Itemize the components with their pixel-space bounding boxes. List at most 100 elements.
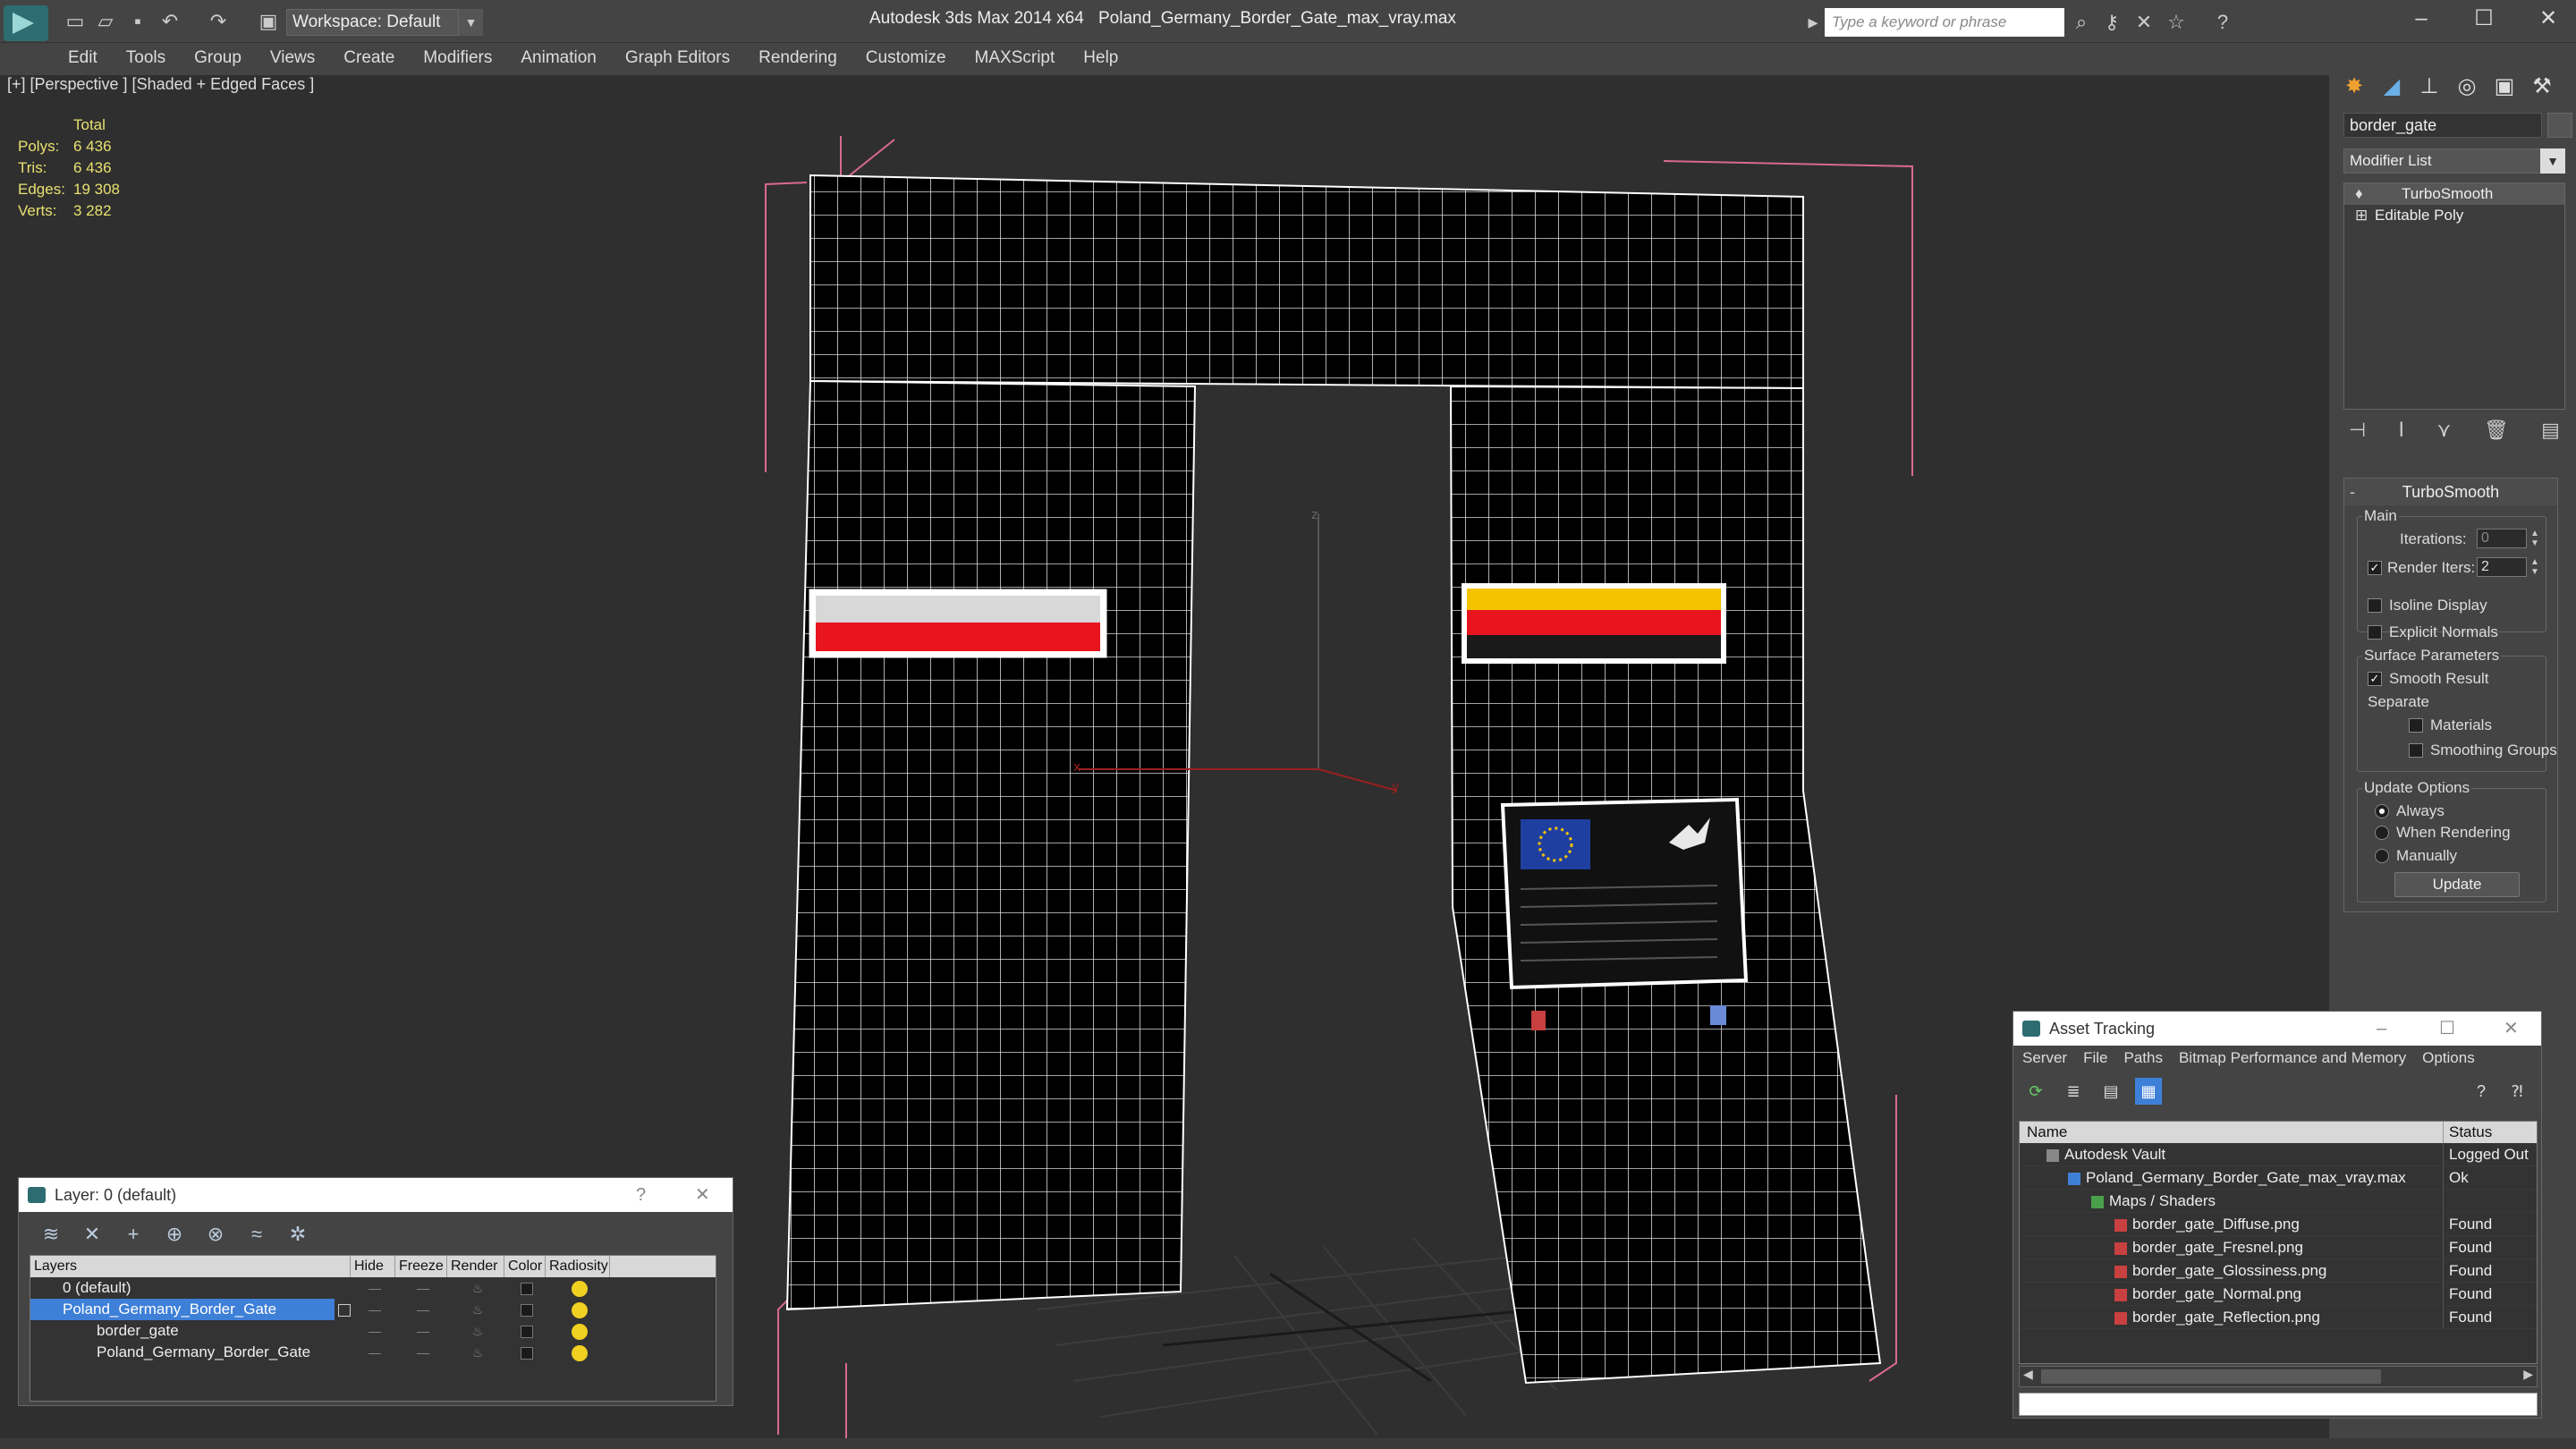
menu-edit[interactable]: Edit xyxy=(54,43,112,73)
grid-view-icon[interactable]: ▦ xyxy=(2135,1078,2162,1105)
menu-options[interactable]: Options xyxy=(2422,1049,2475,1067)
highlight-layer-icon[interactable]: ⊗ xyxy=(201,1221,230,1248)
undo-icon[interactable]: ↶ xyxy=(157,9,182,34)
app-logo-icon[interactable] xyxy=(4,5,48,41)
refresh-icon[interactable]: ⟳ xyxy=(2022,1078,2049,1105)
column-header[interactable]: Layers xyxy=(30,1256,351,1277)
explicit-normals-checkbox[interactable] xyxy=(2368,625,2382,640)
menu-create[interactable]: Create xyxy=(329,43,409,73)
menu-help[interactable]: Help xyxy=(1069,43,1132,73)
radiosity-bulb-icon[interactable] xyxy=(546,1320,610,1342)
update-button[interactable]: Update xyxy=(2394,872,2520,897)
layer-row[interactable]: Poland_Germany_Border_Gate — — ♨ xyxy=(30,1299,716,1320)
object-color-swatch[interactable] xyxy=(2547,113,2572,138)
hide-toggle[interactable]: — xyxy=(351,1342,395,1363)
create-tab-icon[interactable]: ✸ xyxy=(2336,72,2372,102)
freeze-toggle[interactable]: — xyxy=(395,1342,447,1363)
viewport-label[interactable]: [+] [Perspective ] [Shaded + Edged Faces… xyxy=(7,75,314,94)
chevron-down-icon[interactable]: ▼ xyxy=(2540,148,2565,174)
column-header[interactable]: Color xyxy=(504,1256,546,1277)
asset-row[interactable]: Poland_Germany_Border_Gate_max_vray.max … xyxy=(2020,1166,2537,1190)
menu-animation[interactable]: Animation xyxy=(506,43,611,73)
configure-sets-icon[interactable]: ▤ xyxy=(2541,417,2560,444)
spinner-arrows-icon[interactable]: ▲ ▼ xyxy=(2529,529,2541,548)
column-header[interactable]: Name xyxy=(2020,1122,2444,1143)
key-icon[interactable]: ⚷ xyxy=(2098,9,2125,36)
render-teapot-icon[interactable]: ♨ xyxy=(447,1342,504,1363)
menu-maxscript[interactable]: MAXScript xyxy=(961,43,1070,73)
select-in-layer-icon[interactable]: ⊕ xyxy=(160,1221,189,1248)
layer-name[interactable]: Poland_Germany_Border_Gate xyxy=(30,1299,335,1320)
hide-toggle[interactable]: — xyxy=(351,1277,395,1299)
smooth-result-checkbox[interactable]: ✓ xyxy=(2368,672,2382,686)
maximize-icon[interactable]: ☐ xyxy=(2439,1012,2455,1046)
favorites-icon[interactable]: ☆ xyxy=(2163,9,2190,36)
asset-row[interactable]: border_gate_Fresnel.png Found xyxy=(2020,1236,2537,1259)
asset-row[interactable]: border_gate_Glossiness.png Found xyxy=(2020,1259,2537,1283)
menu-bitmap-performance[interactable]: Bitmap Performance and Memory xyxy=(2179,1049,2406,1067)
render-iters-checkbox[interactable]: ✓ xyxy=(2368,561,2382,575)
tools-icon[interactable]: ✕ xyxy=(2131,9,2157,36)
render-teapot-icon[interactable]: ♨ xyxy=(447,1277,504,1299)
close-icon[interactable]: ✕ xyxy=(695,1178,710,1212)
object-name-field[interactable]: border_gate xyxy=(2343,113,2542,138)
manually-radio[interactable] xyxy=(2375,849,2389,863)
new-file-icon[interactable]: ▭ xyxy=(63,9,88,34)
column-header[interactable]: Hide xyxy=(351,1256,395,1277)
layer-row[interactable]: border_gate — — ♨ xyxy=(30,1320,716,1342)
search-input[interactable]: Type a keyword or phrase xyxy=(1825,8,2064,37)
scrollbar-thumb[interactable] xyxy=(2041,1369,2381,1384)
close-icon[interactable]: ✕ xyxy=(2504,1012,2519,1046)
layer-color-swatch[interactable] xyxy=(504,1320,546,1342)
utilities-tab-icon[interactable]: ⚒ xyxy=(2524,72,2560,102)
modifier-list-dropdown[interactable]: Modifier List xyxy=(2343,148,2565,174)
minimize-icon[interactable]: – xyxy=(2399,5,2444,32)
chevron-right-icon[interactable]: ▶ xyxy=(2523,1367,2533,1382)
hierarchy-tab-icon[interactable]: ⊥ xyxy=(2411,72,2447,102)
binoculars-icon[interactable]: ⌕ xyxy=(2068,9,2095,36)
window-title-bar[interactable]: Layer: 0 (default) ? ✕ xyxy=(19,1178,733,1212)
menu-server[interactable]: Server xyxy=(2022,1049,2067,1067)
window-title-bar[interactable]: Asset Tracking – ☐ ✕ xyxy=(2013,1012,2541,1046)
expand-icon[interactable]: ⊞ xyxy=(2355,205,2368,226)
project-folder-icon[interactable]: ▣ xyxy=(256,9,281,34)
asset-row[interactable]: Autodesk Vault Logged Out xyxy=(2020,1143,2537,1166)
help-icon[interactable]: ? xyxy=(2209,9,2236,36)
menu-paths[interactable]: Paths xyxy=(2123,1049,2162,1067)
list-view-icon[interactable]: ≣ xyxy=(2060,1078,2087,1105)
menu-graph-editors[interactable]: Graph Editors xyxy=(611,43,744,73)
freeze-toggle[interactable]: — xyxy=(395,1277,447,1299)
context-help-icon[interactable]: ⁈ xyxy=(2504,1078,2530,1105)
menu-rendering[interactable]: Rendering xyxy=(744,43,852,73)
layer-row[interactable]: 0 (default) — — ♨ xyxy=(30,1277,716,1299)
add-to-layer-icon[interactable]: + xyxy=(119,1221,148,1248)
menu-file[interactable]: File xyxy=(2083,1049,2107,1067)
workspace-dropdown[interactable]: Workspace: Default xyxy=(286,9,483,36)
spinner-arrows-icon[interactable]: ▲ ▼ xyxy=(2529,557,2541,577)
freeze-all-layers-icon[interactable]: ✲ xyxy=(284,1221,312,1248)
help-icon[interactable]: ? xyxy=(2468,1078,2495,1105)
layer-color-swatch[interactable] xyxy=(504,1277,546,1299)
smoothing-groups-checkbox[interactable] xyxy=(2409,743,2423,758)
minimize-icon[interactable]: – xyxy=(2377,1012,2386,1046)
asset-row[interactable]: border_gate_Reflection.png Found xyxy=(2020,1306,2537,1329)
menu-views[interactable]: Views xyxy=(256,43,329,73)
column-header[interactable]: Freeze xyxy=(395,1256,447,1277)
render-iters-spinner[interactable]: 2 xyxy=(2477,557,2527,577)
motion-tab-icon[interactable]: ◎ xyxy=(2449,72,2485,102)
lightbulb-icon[interactable]: ♦ xyxy=(2355,183,2363,205)
layer-color-swatch[interactable] xyxy=(504,1299,546,1320)
object-name[interactable]: Poland_Germany_Border_Gate xyxy=(30,1342,351,1363)
object-name[interactable]: border_gate xyxy=(30,1320,351,1342)
layer-name[interactable]: 0 (default) xyxy=(30,1277,351,1299)
show-end-result-icon[interactable]: Ⅰ xyxy=(2399,417,2405,444)
asset-path-field[interactable] xyxy=(2019,1393,2538,1416)
help-icon[interactable]: ? xyxy=(636,1178,646,1212)
remove-modifier-icon[interactable]: 🗑 xyxy=(2484,417,2509,444)
radiosity-bulb-icon[interactable] xyxy=(546,1277,610,1299)
asset-row[interactable]: border_gate_Diffuse.png Found xyxy=(2020,1213,2537,1236)
menu-customize[interactable]: Customize xyxy=(852,43,961,73)
open-file-icon[interactable]: ▱ xyxy=(93,9,118,34)
modify-tab-icon[interactable]: ◢ xyxy=(2374,72,2410,102)
rollout-header[interactable]: - TurboSmooth xyxy=(2344,479,2557,505)
